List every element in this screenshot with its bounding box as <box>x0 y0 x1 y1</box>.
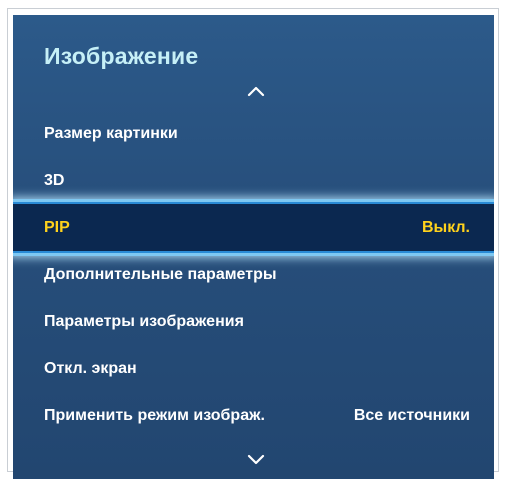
menu-item-apply-picture-mode[interactable]: Применить режим изображ. Все источники <box>13 392 494 439</box>
menu-item-picture-off[interactable]: Откл. экран <box>13 345 494 392</box>
menu-list: Размер картинки 3D PIP Выкл. Дополнитель… <box>13 110 494 439</box>
menu-item-label: Применить режим изображ. <box>44 406 265 424</box>
menu-item-label: Параметры изображения <box>44 312 244 330</box>
menu-item-picture-size[interactable]: Размер картинки <box>13 110 494 157</box>
menu-item-label: PIP <box>44 218 70 236</box>
menu-item-label: Откл. экран <box>44 359 137 377</box>
menu-item-label: Размер картинки <box>44 124 178 142</box>
menu-item-picture-options[interactable]: Параметры изображения <box>13 298 494 345</box>
menu-item-pip[interactable]: PIP Выкл. <box>13 204 494 251</box>
menu-item-value: Все источники <box>353 406 470 424</box>
picture-menu-panel: Изображение Размер картинки 3D PIP Выкл.… <box>13 15 494 479</box>
menu-item-label: 3D <box>44 171 65 189</box>
menu-item-value: Выкл. <box>421 218 470 236</box>
menu-item-3d[interactable]: 3D <box>13 157 494 204</box>
menu-title: Изображение <box>44 43 199 69</box>
chevron-down-icon[interactable] <box>247 453 265 465</box>
menu-item-advanced-settings[interactable]: Дополнительные параметры <box>13 251 494 298</box>
chevron-up-icon[interactable] <box>247 85 265 97</box>
menu-item-label: Дополнительные параметры <box>44 265 277 283</box>
